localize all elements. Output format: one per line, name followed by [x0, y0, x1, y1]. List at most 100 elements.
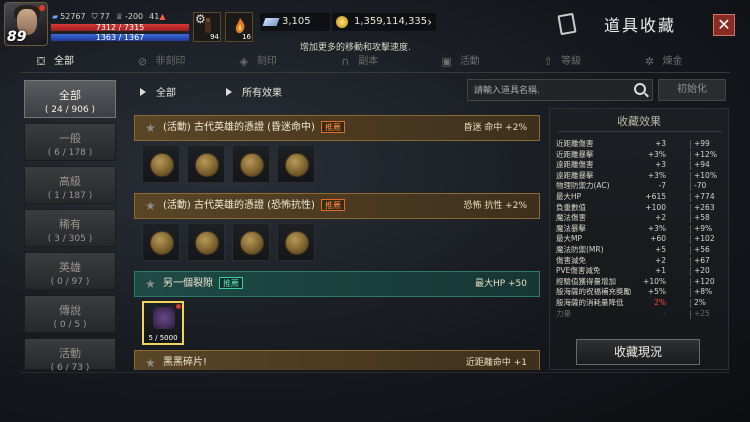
- collection-list: ★ (活動) 古代英雄的憑證 (昏迷命中) 推薦 昏迷 命中 +2% ★ (活動)…: [134, 112, 542, 370]
- search-icon[interactable]: [634, 83, 646, 95]
- alchemy-icon: ✲: [644, 55, 655, 68]
- tab-dungeon[interactable]: ∩ 副本: [324, 52, 425, 72]
- sidebar-item-common[interactable]: 一般 ( 6 / 178 ): [24, 123, 116, 161]
- divider: [690, 224, 691, 234]
- effect-row: 殷海薩的消耗量降低 2% 2%: [556, 298, 724, 309]
- hero-token-icon: [195, 231, 219, 255]
- category-tabs: ⛋ 全部 ⊘ 非刻印 ◈ 刻印 ∩ 副本 ▣ 活動 ⇧ 等級 ✲ 煉金: [20, 52, 730, 73]
- divider: [690, 150, 691, 160]
- filter-grade-dropdown[interactable]: 全部: [140, 84, 176, 99]
- hero-token-icon: [285, 231, 309, 255]
- stat-trophy-value: -200: [124, 12, 144, 21]
- tab-dungeon-label: 副本: [358, 56, 379, 67]
- item-slot[interactable]: [232, 145, 270, 183]
- effect-row: PVE傷害減免 +1 +20: [556, 266, 724, 277]
- effect-name: PVE傷害減免: [556, 266, 601, 276]
- effect-total: +774: [694, 191, 715, 201]
- effect-name: 遠距離傷害: [556, 160, 594, 170]
- item-slot[interactable]: [187, 223, 225, 261]
- bottom-divider: [20, 372, 730, 373]
- tab-level[interactable]: ⇧ 等級: [527, 52, 628, 72]
- item-slot[interactable]: 5 / 5000: [142, 301, 184, 345]
- sidebar-item-event[interactable]: 活動 ( 6 / 73 ): [24, 338, 116, 373]
- divider: [690, 192, 691, 202]
- star-icon[interactable]: ★: [145, 272, 156, 296]
- effect-total: +120: [694, 276, 715, 286]
- effect-value: +615: [645, 191, 666, 201]
- group-title: (活動) 古代英雄的憑證 (恐怖抗性) 推薦: [163, 194, 345, 218]
- item-slot[interactable]: [187, 145, 225, 183]
- effect-value: +60: [650, 234, 666, 244]
- sidebar-item-all[interactable]: 全部 ( 24 / 906 ): [24, 80, 116, 118]
- reset-button[interactable]: 初始化: [658, 79, 726, 101]
- sidebar-item-name: 全部: [59, 89, 81, 102]
- item-slot[interactable]: [142, 145, 180, 183]
- collection-group-header[interactable]: ★ (活動) 古代英雄的憑證 (昏迷命中) 推薦 昏迷 命中 +2%: [134, 115, 540, 141]
- dungeon-icon: ∩: [341, 55, 350, 68]
- effect-value: +3: [654, 139, 666, 148]
- star-icon[interactable]: ★: [145, 351, 156, 370]
- gift-icon: ▣: [441, 55, 452, 68]
- quick-slot-2-count: 16: [242, 33, 251, 41]
- item-slot[interactable]: [277, 223, 315, 261]
- effect-total: -70: [694, 181, 707, 191]
- item-slot[interactable]: [142, 223, 180, 261]
- filter-effect-dropdown[interactable]: 所有效果: [226, 84, 282, 99]
- top-bar: 89 ▰ 52767 ⛉ 77 ♕ -200 41▲ 7312 / 7315 1363…: [0, 0, 750, 53]
- group-title: (活動) 古代英雄的憑證 (昏迷命中) 推薦: [163, 116, 345, 140]
- quick-slot-1-count: 94: [210, 33, 219, 41]
- stat-alert: 41▲: [149, 12, 167, 22]
- effect-value: +1: [654, 266, 666, 276]
- gold-currency[interactable]: 1,359,114,335 ›: [332, 13, 436, 31]
- hero-token-icon: [240, 231, 264, 255]
- collection-group-header[interactable]: ★ 黑黑碎片! 近距離命中 +1: [134, 350, 540, 370]
- collection-status-button[interactable]: 收藏現況: [576, 339, 700, 365]
- tab-alchemy[interactable]: ✲ 煉金: [629, 52, 730, 72]
- sidebar-item-name: 稀有: [59, 218, 81, 231]
- effect-value: +5: [654, 244, 666, 254]
- effect-total: +58: [694, 213, 710, 223]
- quick-slot-2[interactable]: 16: [225, 12, 253, 42]
- chevron-right-icon[interactable]: ›: [427, 13, 432, 31]
- tab-alchemy-label: 煉金: [662, 56, 683, 67]
- hero-token-icon: [240, 153, 264, 177]
- quick-slot-1[interactable]: ⚙ 94: [193, 12, 221, 42]
- effect-value: -7: [658, 181, 666, 191]
- divider: [690, 256, 691, 266]
- sidebar-item-rare[interactable]: 稀有 ( 3 / 305 ): [24, 209, 116, 247]
- effect-total: +20: [694, 266, 710, 276]
- collection-group-header[interactable]: ★ 另一個裂隙 推薦 最大HP +50: [134, 271, 540, 297]
- sidebar-item-hero[interactable]: 英雄 ( 0 / 97 ): [24, 252, 116, 290]
- sidebar-item-legend[interactable]: 傳說 ( 0 / 5 ): [24, 295, 116, 333]
- triangle-right-icon: [140, 88, 146, 96]
- item-slot[interactable]: [277, 145, 315, 183]
- mp-bar: 1363 / 1367: [50, 33, 190, 42]
- search-box: [467, 79, 653, 101]
- close-button[interactable]: ✕: [713, 14, 735, 36]
- tab-all[interactable]: ⛋ 全部: [20, 52, 121, 72]
- effect-name: 最大MP: [556, 234, 582, 244]
- effect-total: +25: [694, 308, 710, 318]
- sidebar-item-count: ( 0 / 5 ): [53, 320, 87, 330]
- sidebar-item-count: ( 1 / 187 ): [47, 191, 93, 201]
- sidebar-item-name: 英雄: [59, 261, 81, 274]
- effect-name: 物理防禦力(AC): [556, 181, 610, 191]
- avatar[interactable]: 89: [4, 2, 48, 46]
- star-icon[interactable]: ★: [145, 116, 156, 140]
- divider: [690, 235, 691, 245]
- collection-group-header[interactable]: ★ (活動) 古代英雄的憑證 (恐怖抗性) 推薦 恐怖 抗性 +2%: [134, 193, 540, 219]
- tab-no-engrave[interactable]: ⊘ 非刻印: [121, 52, 222, 72]
- sidebar-item-advanced[interactable]: 高級 ( 1 / 187 ): [24, 166, 116, 204]
- effect-name: 殷海薩的消耗量降低: [556, 297, 624, 307]
- gem-icon: [262, 18, 280, 26]
- effects-list: 近距離傷害 +3 +99 近距離暴擊 +3% +12% 遠距離傷害 +3 +94 遠距離暴擊…: [556, 139, 724, 319]
- star-icon[interactable]: ★: [145, 194, 156, 218]
- triangle-right-icon: [226, 88, 232, 96]
- item-slot[interactable]: [232, 223, 270, 261]
- search-input[interactable]: [474, 83, 624, 99]
- tab-event[interactable]: ▣ 活動: [426, 52, 527, 72]
- recommended-badge: 推薦: [320, 199, 345, 211]
- all-icon: ⛋: [36, 55, 46, 68]
- effect-name: 魔法防禦(MR): [556, 244, 604, 254]
- tab-engrave[interactable]: ◈ 刻印: [223, 52, 324, 72]
